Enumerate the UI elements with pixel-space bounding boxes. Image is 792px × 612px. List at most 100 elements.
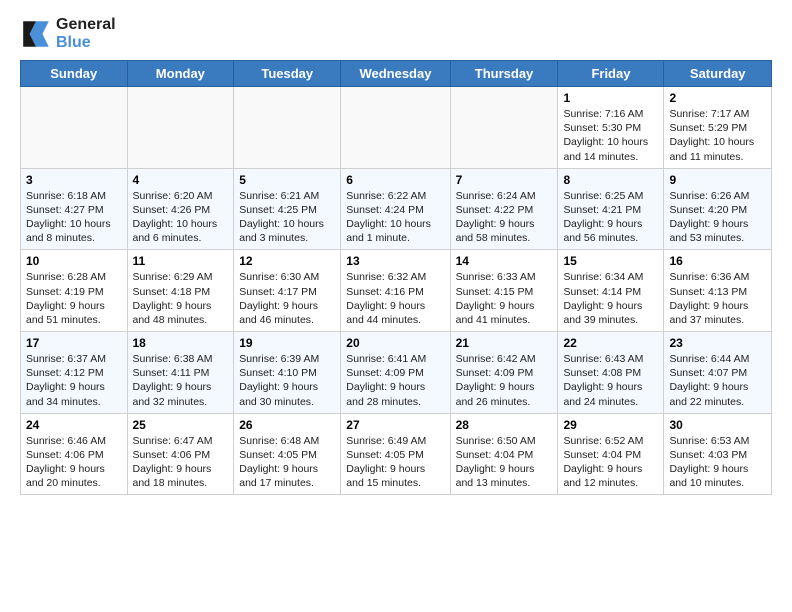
- day-info: Sunrise: 6:42 AMSunset: 4:09 PMDaylight:…: [456, 352, 553, 409]
- day-info: Sunrise: 6:18 AMSunset: 4:27 PMDaylight:…: [26, 189, 122, 246]
- day-number: 18: [133, 336, 229, 350]
- calendar-cell: 13Sunrise: 6:32 AMSunset: 4:16 PMDayligh…: [341, 250, 450, 332]
- day-number: 21: [456, 336, 553, 350]
- calendar-cell: 7Sunrise: 6:24 AMSunset: 4:22 PMDaylight…: [450, 168, 558, 250]
- day-number: 9: [669, 173, 766, 187]
- day-number: 8: [563, 173, 658, 187]
- calendar-cell: 27 Sunrise: 6:49 AMSunset: 4:05 PMDayligh…: [341, 413, 450, 495]
- calendar-cell: 14 Sunrise: 6:33 AMSunset: 4:15 PMDayligh…: [450, 250, 558, 332]
- day-number: 19: [239, 336, 335, 350]
- day-info: Sunrise: 6:52 AMSunset: 4:04 PMDaylight:…: [563, 434, 658, 491]
- day-info: Sunrise: 6:32 AMSunset: 4:16 PMDaylight:…: [346, 270, 444, 327]
- day-info: Sunrise: 6:30 AMSunset: 4:17 PMDaylight:…: [239, 270, 335, 327]
- calendar-cell: 9 Sunrise: 6:26 AMSunset: 4:20 PMDaylight…: [664, 168, 772, 250]
- day-number: 30: [669, 418, 766, 432]
- day-number: 26: [239, 418, 335, 432]
- logo-text: General Blue: [56, 16, 116, 52]
- calendar-cell: [341, 87, 450, 169]
- day-info: Sunrise: 6:25 AMSunset: 4:21 PMDaylight:…: [563, 189, 658, 246]
- day-info: Sunrise: 7:17 AMSunset: 5:29 PMDaylight:…: [669, 107, 766, 164]
- calendar-header-friday: Friday: [558, 61, 664, 87]
- day-info: Sunrise: 6:38 AMSunset: 4:11 PMDaylight:…: [133, 352, 229, 409]
- day-number: 28: [456, 418, 553, 432]
- calendar-cell: 24 Sunrise: 6:46 AMSunset: 4:06 PMDayligh…: [21, 413, 128, 495]
- day-number: 17: [26, 336, 122, 350]
- day-number: 5: [239, 173, 335, 187]
- calendar-header-saturday: Saturday: [664, 61, 772, 87]
- calendar-header-monday: Monday: [127, 61, 234, 87]
- calendar-cell: 20 Sunrise: 6:41 AMSunset: 4:09 PMDayligh…: [341, 332, 450, 414]
- calendar-cell: [21, 87, 128, 169]
- calendar-cell: 18 Sunrise: 6:38 AMSunset: 4:11 PMDayligh…: [127, 332, 234, 414]
- day-number: 24: [26, 418, 122, 432]
- calendar-week-row: 1Sunrise: 7:16 AMSunset: 5:30 PMDaylight…: [21, 87, 772, 169]
- day-info: Sunrise: 6:20 AMSunset: 4:26 PMDaylight:…: [133, 189, 229, 246]
- day-number: 12: [239, 254, 335, 268]
- calendar-cell: 22 Sunrise: 6:43 AMSunset: 4:08 PMDayligh…: [558, 332, 664, 414]
- day-number: 15: [563, 254, 658, 268]
- calendar-cell: 21 Sunrise: 6:42 AMSunset: 4:09 PMDayligh…: [450, 332, 558, 414]
- calendar-cell: 19 Sunrise: 6:39 AMSunset: 4:10 PMDayligh…: [234, 332, 341, 414]
- day-info: Sunrise: 6:28 AMSunset: 4:19 PMDaylight:…: [26, 270, 122, 327]
- calendar-cell: 26 Sunrise: 6:48 AMSunset: 4:05 PMDayligh…: [234, 413, 341, 495]
- day-info: Sunrise: 6:33 AMSunset: 4:15 PMDaylight:…: [456, 270, 553, 327]
- day-info: Sunrise: 6:49 AMSunset: 4:05 PMDaylight:…: [346, 434, 444, 491]
- logo: General Blue: [20, 16, 116, 52]
- calendar-cell: 6 Sunrise: 6:22 AMSunset: 4:24 PMDaylight…: [341, 168, 450, 250]
- day-number: 6: [346, 173, 444, 187]
- calendar-cell: 28 Sunrise: 6:50 AMSunset: 4:04 PMDayligh…: [450, 413, 558, 495]
- day-number: 27: [346, 418, 444, 432]
- calendar-header-sunday: Sunday: [21, 61, 128, 87]
- day-number: 29: [563, 418, 658, 432]
- header: General Blue: [20, 16, 772, 52]
- calendar-week-row: 17Sunrise: 6:37 AMSunset: 4:12 PMDayligh…: [21, 332, 772, 414]
- calendar-cell: 23 Sunrise: 6:44 AMSunset: 4:07 PMDayligh…: [664, 332, 772, 414]
- day-number: 14: [456, 254, 553, 268]
- day-info: Sunrise: 6:39 AMSunset: 4:10 PMDaylight:…: [239, 352, 335, 409]
- day-info: Sunrise: 6:22 AMSunset: 4:24 PMDaylight:…: [346, 189, 444, 246]
- calendar-cell: 11Sunrise: 6:29 AMSunset: 4:18 PMDayligh…: [127, 250, 234, 332]
- day-number: 3: [26, 173, 122, 187]
- calendar-cell: 29 Sunrise: 6:52 AMSunset: 4:04 PMDayligh…: [558, 413, 664, 495]
- day-info: Sunrise: 6:47 AMSunset: 4:06 PMDaylight:…: [133, 434, 229, 491]
- day-info: Sunrise: 6:26 AMSunset: 4:20 PMDaylight:…: [669, 189, 766, 246]
- calendar-cell: [127, 87, 234, 169]
- day-info: Sunrise: 6:53 AMSunset: 4:03 PMDaylight:…: [669, 434, 766, 491]
- calendar-cell: 30 Sunrise: 6:53 AMSunset: 4:03 PMDayligh…: [664, 413, 772, 495]
- day-number: 11: [133, 254, 229, 268]
- day-info: Sunrise: 6:36 AMSunset: 4:13 PMDaylight:…: [669, 270, 766, 327]
- day-number: 4: [133, 173, 229, 187]
- day-info: Sunrise: 6:46 AMSunset: 4:06 PMDaylight:…: [26, 434, 122, 491]
- calendar-cell: 15 Sunrise: 6:34 AMSunset: 4:14 PMDayligh…: [558, 250, 664, 332]
- calendar-week-row: 24 Sunrise: 6:46 AMSunset: 4:06 PMDayligh…: [21, 413, 772, 495]
- calendar-cell: 4 Sunrise: 6:20 AMSunset: 4:26 PMDaylight…: [127, 168, 234, 250]
- day-number: 16: [669, 254, 766, 268]
- logo-icon: [20, 18, 52, 50]
- calendar-cell: 3 Sunrise: 6:18 AMSunset: 4:27 PMDaylight…: [21, 168, 128, 250]
- day-info: Sunrise: 6:48 AMSunset: 4:05 PMDaylight:…: [239, 434, 335, 491]
- day-number: 10: [26, 254, 122, 268]
- day-number: 23: [669, 336, 766, 350]
- calendar-cell: 10 Sunrise: 6:28 AMSunset: 4:19 PMDayligh…: [21, 250, 128, 332]
- day-number: 1: [563, 91, 658, 105]
- day-number: 22: [563, 336, 658, 350]
- day-info: Sunrise: 6:41 AMSunset: 4:09 PMDaylight:…: [346, 352, 444, 409]
- page: General Blue SundayMondayTuesdayWednesda…: [0, 0, 792, 505]
- calendar-cell: 25 Sunrise: 6:47 AMSunset: 4:06 PMDayligh…: [127, 413, 234, 495]
- calendar-cell: 17Sunrise: 6:37 AMSunset: 4:12 PMDayligh…: [21, 332, 128, 414]
- calendar-cell: 5 Sunrise: 6:21 AMSunset: 4:25 PMDaylight…: [234, 168, 341, 250]
- day-info: Sunrise: 6:50 AMSunset: 4:04 PMDaylight:…: [456, 434, 553, 491]
- day-info: Sunrise: 6:43 AMSunset: 4:08 PMDaylight:…: [563, 352, 658, 409]
- day-info: Sunrise: 6:34 AMSunset: 4:14 PMDaylight:…: [563, 270, 658, 327]
- calendar-cell: 16 Sunrise: 6:36 AMSunset: 4:13 PMDayligh…: [664, 250, 772, 332]
- day-info: Sunrise: 6:21 AMSunset: 4:25 PMDaylight:…: [239, 189, 335, 246]
- calendar-week-row: 10 Sunrise: 6:28 AMSunset: 4:19 PMDayligh…: [21, 250, 772, 332]
- calendar-header-row: SundayMondayTuesdayWednesdayThursdayFrid…: [21, 61, 772, 87]
- calendar-header-tuesday: Tuesday: [234, 61, 341, 87]
- calendar-header-thursday: Thursday: [450, 61, 558, 87]
- calendar-table: SundayMondayTuesdayWednesdayThursdayFrid…: [20, 60, 772, 495]
- day-number: 20: [346, 336, 444, 350]
- day-info: Sunrise: 6:44 AMSunset: 4:07 PMDaylight:…: [669, 352, 766, 409]
- day-number: 25: [133, 418, 229, 432]
- calendar-cell: [234, 87, 341, 169]
